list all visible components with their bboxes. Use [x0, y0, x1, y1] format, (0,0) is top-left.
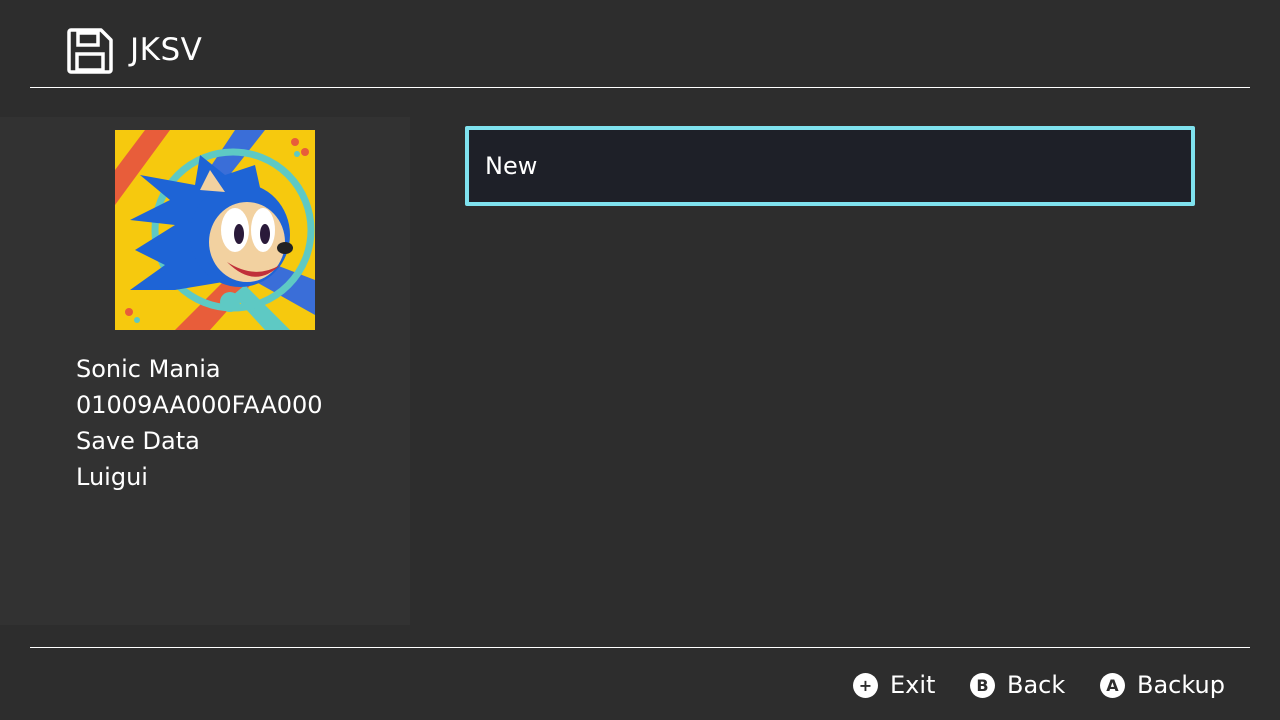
exit-hint-button[interactable]: + Exit [853, 670, 935, 700]
backup-label: Backup [1137, 671, 1225, 699]
floppy-disk-icon [67, 28, 113, 74]
game-name: Sonic Mania [76, 355, 221, 383]
header-divider [30, 87, 1250, 88]
header: JKSV [0, 0, 1280, 88]
save-backup-list: New [465, 126, 1195, 206]
plus-button-icon: + [853, 672, 878, 698]
a-button-icon: A [1100, 672, 1125, 698]
user-name: Luigui [76, 463, 148, 491]
b-button-icon: B [970, 672, 995, 698]
list-item-label: New [485, 152, 538, 180]
back-hint-button[interactable]: B Back [970, 670, 1065, 700]
exit-label: Exit [890, 671, 936, 699]
title-id: 01009AA000FAA000 [76, 391, 323, 419]
backup-hint-button[interactable]: A Backup [1100, 670, 1225, 700]
title-info-text: Sonic Mania 01009AA000FAA000 Save Data L… [76, 351, 323, 495]
title-info-panel: Sonic Mania 01009AA000FAA000 Save Data L… [0, 117, 410, 625]
jksv-window: JKSV Sonic Mania 01009AA000FAA000 Save D… [0, 0, 1280, 720]
footer-button-hints: + Exit B Back A Backup [0, 648, 1280, 720]
list-item-new-backup[interactable]: New [465, 126, 1195, 206]
save-type: Save Data [76, 427, 200, 455]
app-title: JKSV [130, 32, 203, 68]
back-label: Back [1007, 671, 1066, 699]
game-cover-art [115, 130, 315, 330]
